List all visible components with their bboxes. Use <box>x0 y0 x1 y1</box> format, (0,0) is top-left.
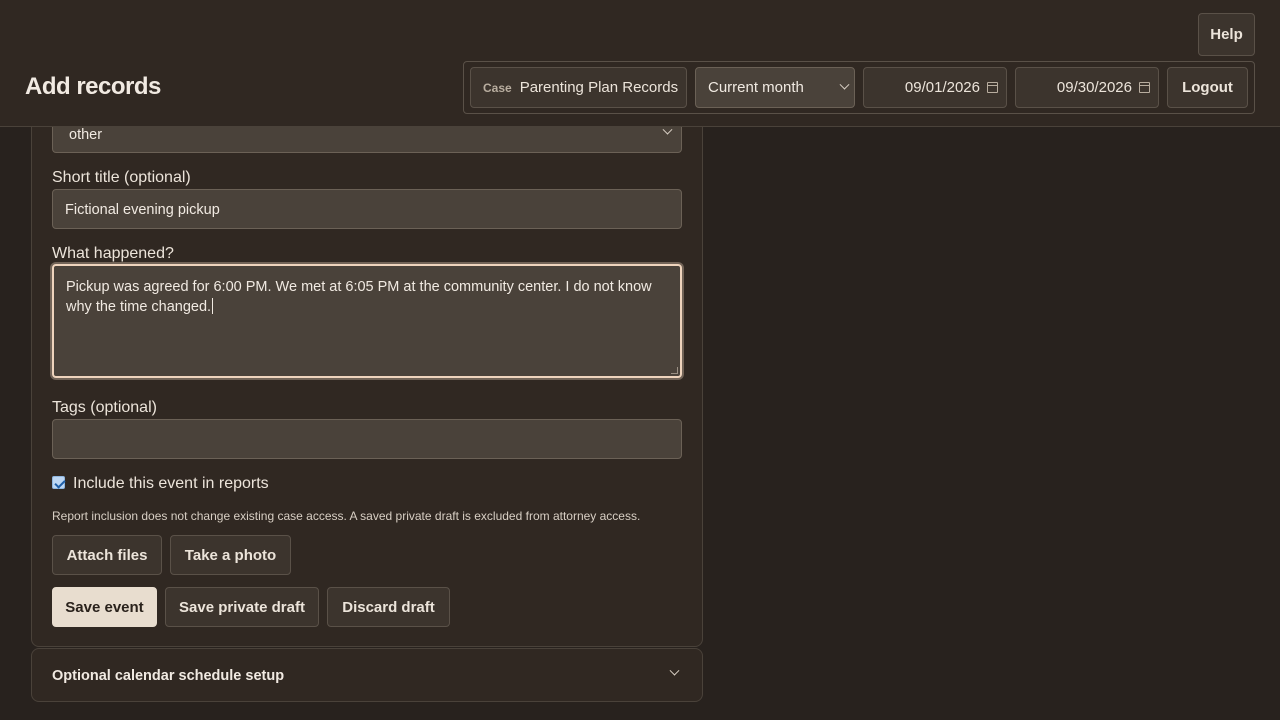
attach-files-button[interactable]: Attach files <box>52 535 162 575</box>
include-in-reports-label[interactable]: Include this event in reports <box>73 475 269 493</box>
what-happened-textarea[interactable]: Pickup was agreed for 6:00 PM. We met at… <box>52 264 682 378</box>
period-select[interactable]: Current month <box>695 67 855 108</box>
page-title: Add records <box>25 73 161 100</box>
chevron-down-icon <box>669 665 680 676</box>
text-caret <box>212 298 214 314</box>
case-toolbar: Case Parenting Plan Records Current mont… <box>463 61 1255 114</box>
discard-draft-button[interactable]: Discard draft <box>327 587 450 627</box>
save-private-draft-button[interactable]: Save private draft <box>165 587 319 627</box>
logout-button[interactable]: Logout <box>1167 67 1248 108</box>
help-button[interactable]: Help <box>1198 13 1255 56</box>
period-select-value: Current month <box>708 79 804 96</box>
tags-input[interactable] <box>52 419 682 459</box>
end-date-value: 09/30/2026 <box>1056 79 1132 96</box>
what-happened-label: What happened? <box>52 245 174 262</box>
include-in-reports-checkbox[interactable] <box>52 476 65 489</box>
short-title-label: Short title (optional) <box>52 169 191 186</box>
save-event-button[interactable]: Save event <box>52 587 157 627</box>
short-title-value: Fictional evening pickup <box>65 202 220 218</box>
what-happened-value: Pickup was agreed for 6:00 PM. We met at… <box>66 279 652 315</box>
case-name: Parenting Plan Records <box>519 79 679 96</box>
calendar-icon[interactable] <box>987 82 998 93</box>
start-date-value: 09/01/2026 <box>904 79 980 96</box>
take-photo-button[interactable]: Take a photo <box>170 535 291 575</box>
start-date-input[interactable]: 09/01/2026 <box>863 67 1007 108</box>
app-header: Add records Help Case Parenting Plan Rec… <box>0 0 1280 127</box>
chevron-down-icon <box>839 79 850 90</box>
short-title-input[interactable]: Fictional evening pickup <box>52 189 682 229</box>
calendar-schedule-section[interactable]: Optional calendar schedule setup <box>31 648 703 702</box>
report-inclusion-note: Report inclusion does not change existin… <box>52 509 641 523</box>
page: other Short title (optional) Fictional e… <box>0 0 1280 720</box>
case-tag: Case <box>483 80 512 95</box>
resize-grip-icon[interactable] <box>671 367 678 374</box>
end-date-input[interactable]: 09/30/2026 <box>1015 67 1159 108</box>
calendar-icon[interactable] <box>1139 82 1150 93</box>
event-type-value: other <box>69 127 103 143</box>
case-selector[interactable]: Case Parenting Plan Records <box>470 67 687 108</box>
tags-label: Tags (optional) <box>52 399 157 416</box>
calendar-schedule-label: Optional calendar schedule setup <box>52 668 285 684</box>
